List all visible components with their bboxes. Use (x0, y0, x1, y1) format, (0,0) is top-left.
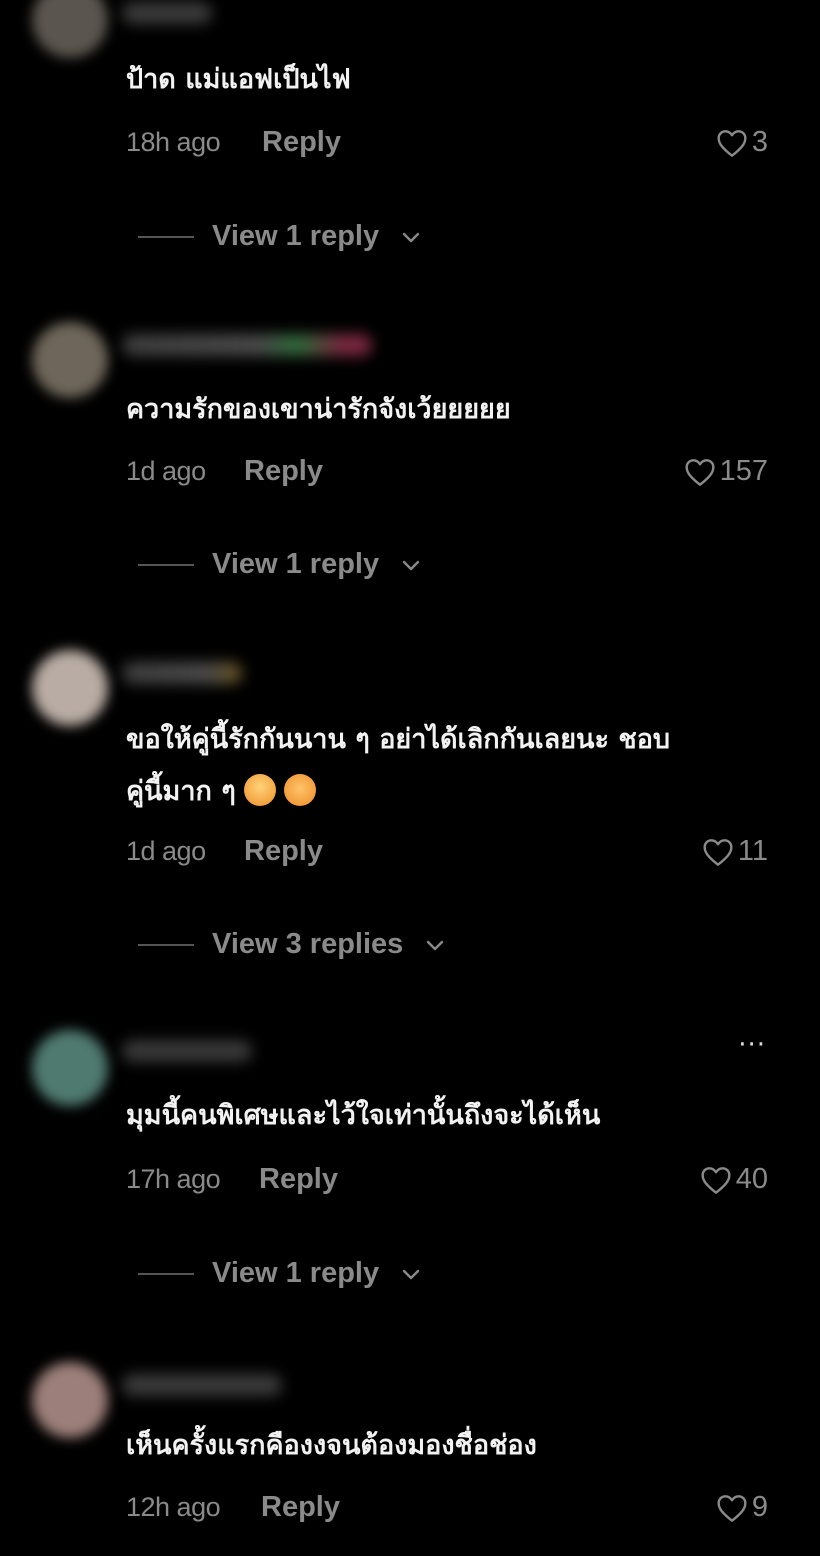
username-blurred[interactable] (122, 2, 212, 24)
comment-text: เห็นครั้งแรกคืองงจนต้องมองชื่อช่อง (126, 1430, 537, 1461)
view-replies-label: View 1 reply (212, 548, 380, 580)
reply-button[interactable]: Reply (261, 1491, 340, 1524)
reply-button[interactable]: Reply (259, 1163, 338, 1196)
comment-timestamp: 18h ago (126, 127, 221, 157)
avatar[interactable] (32, 650, 108, 726)
view-replies-button[interactable]: View 1 reply (138, 1257, 421, 1290)
reply-button[interactable]: Reply (244, 455, 323, 488)
comment-timestamp: 12h ago (126, 1492, 221, 1522)
like-count: 9 (751, 1491, 768, 1523)
heart-icon (716, 128, 748, 158)
thread-line (138, 943, 194, 946)
like-button[interactable]: 11 (702, 835, 768, 868)
comment-timestamp: 17h ago (126, 1164, 221, 1194)
like-count: 157 (719, 455, 768, 487)
avatar[interactable] (32, 322, 108, 398)
comment-text: ขอให้คู่นี้รักกันนาน ๆ อย่าได้เลิกกันเลย… (126, 724, 671, 755)
view-replies-button[interactable]: View 1 reply (138, 220, 421, 253)
username-blurred[interactable] (122, 662, 242, 684)
chevron-down-icon (397, 1267, 421, 1281)
avatar[interactable] (32, 1030, 108, 1106)
chevron-down-icon (397, 558, 421, 572)
reply-button[interactable]: Reply (262, 126, 341, 159)
reply-button[interactable]: Reply (244, 835, 323, 868)
like-count: 11 (737, 835, 768, 867)
comment-timestamp: 1d ago (126, 836, 206, 866)
username-blurred[interactable] (122, 334, 372, 356)
pleading-face-emoji (243, 774, 276, 806)
avatar[interactable] (32, 0, 108, 58)
comment-text-line2: คู่นี้มาก ๆ (126, 766, 780, 818)
thread-line (138, 1272, 194, 1275)
view-replies-label: View 3 replies (212, 928, 404, 960)
like-button[interactable]: 3 (716, 126, 768, 159)
comment-text: ความรักของเขาน่ารักจังเว้ยยยยย (126, 394, 511, 425)
like-button[interactable]: 40 (700, 1163, 768, 1196)
smiling-face-with-hearts-emoji (283, 774, 316, 806)
like-button[interactable]: 157 (684, 455, 768, 488)
heart-icon (700, 1165, 732, 1195)
like-button[interactable]: 9 (716, 1491, 768, 1524)
heart-icon (702, 837, 734, 867)
avatar[interactable] (32, 1362, 108, 1438)
view-replies-label: View 1 reply (212, 220, 380, 252)
view-replies-label: View 1 reply (212, 1257, 380, 1289)
comment-text: มุมนี้คนพิเศษและไว้ใจเท่านั้นถึงจะได้เห็… (126, 1100, 601, 1131)
view-replies-button[interactable]: View 1 reply (138, 548, 421, 581)
comment-timestamp: 1d ago (126, 456, 206, 486)
chevron-down-icon (421, 938, 445, 952)
thread-line (138, 563, 194, 566)
comment-text-fragment: คู่นี้มาก ๆ (126, 776, 236, 807)
chevron-down-icon (397, 230, 421, 244)
comment-text: ป้าด แม่แอฟเป็นไฟ (126, 64, 351, 95)
thread-line (138, 235, 194, 238)
more-options-button[interactable]: ··· (738, 1030, 766, 1060)
heart-icon (684, 457, 716, 487)
view-replies-button[interactable]: View 3 replies (138, 928, 445, 961)
username-blurred[interactable] (122, 1374, 282, 1396)
like-count: 3 (751, 126, 768, 158)
like-count: 40 (735, 1163, 768, 1195)
heart-icon (716, 1493, 748, 1523)
username-blurred[interactable] (122, 1040, 252, 1062)
